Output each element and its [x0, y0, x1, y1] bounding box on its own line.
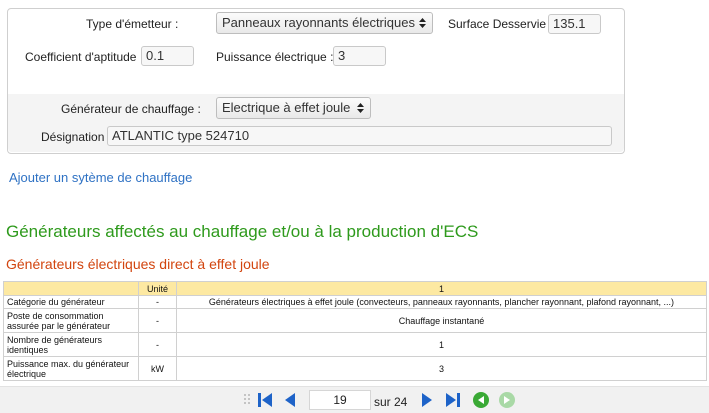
table-row: Catégorie du générateur - Générateurs él…	[3, 295, 707, 309]
generator-select-value: Electrique à effet joule	[222, 100, 351, 115]
designation-field[interactable]: ATLANTIC type 524710	[107, 126, 612, 146]
surface-label: Surface Desservie :	[448, 17, 553, 31]
row-label: Puissance max. du générateur électrique	[3, 356, 139, 381]
page-number-input[interactable]: 19	[309, 390, 371, 410]
row-value: 1	[176, 332, 707, 357]
next-page-icon[interactable]	[418, 391, 436, 409]
table-row: Nombre de générateurs identiques - 1	[3, 332, 707, 357]
table-row: Poste de consommation assurée par le gén…	[3, 308, 707, 333]
first-page-icon[interactable]	[256, 391, 274, 409]
designation-label: Désignation	[41, 130, 105, 144]
generator-label: Générateur de chauffage :	[61, 102, 201, 116]
refresh-icon[interactable]	[472, 391, 490, 409]
table-header-generator: 1	[176, 281, 707, 296]
emitter-label: Type d'émetteur :	[86, 17, 179, 31]
previous-page-icon[interactable]	[281, 391, 299, 409]
row-value: Générateurs électriques à effet joule (c…	[176, 295, 707, 309]
table-header-unit: Unité	[138, 281, 177, 296]
row-unit: -	[138, 332, 177, 357]
power-field[interactable]: 3	[333, 46, 386, 66]
section-title: Générateurs affectés au chauffage et/ou …	[6, 222, 479, 241]
table-row: Puissance max. du générateur électrique …	[3, 356, 707, 381]
updown-icon	[357, 103, 364, 113]
surface-field[interactable]: 135.1	[548, 14, 601, 34]
emitter-select-value: Panneaux rayonnants électriques	[222, 15, 415, 30]
row-unit: -	[138, 295, 177, 309]
table-header-row: Unité 1	[3, 281, 707, 296]
add-heating-system-link[interactable]: Ajouter un sytème de chauffage	[9, 170, 192, 185]
coef-field[interactable]: 0.1	[141, 46, 194, 66]
row-label: Poste de consommation assurée par le gén…	[3, 308, 139, 333]
row-unit: kW	[138, 356, 177, 381]
generators-table: Unité 1 Catégorie du générateur - Généra…	[3, 281, 707, 381]
row-value: Chauffage instantané	[176, 308, 707, 333]
page-total-label: sur 24	[374, 395, 408, 409]
power-label: Puissance électrique :	[216, 50, 334, 64]
grip-icon[interactable]	[243, 393, 251, 407]
forward-icon[interactable]	[498, 391, 516, 409]
updown-icon	[419, 18, 426, 28]
emitter-select[interactable]: Panneaux rayonnants électriques	[216, 12, 433, 34]
pager-bar: 19 sur 24	[0, 386, 709, 413]
row-unit: -	[138, 308, 177, 333]
generator-select[interactable]: Electrique à effet joule	[216, 97, 371, 119]
row-label: Catégorie du générateur	[3, 295, 139, 309]
subsection-title: Générateurs électriques direct à effet j…	[6, 256, 270, 272]
last-page-icon[interactable]	[444, 391, 462, 409]
row-label: Nombre de générateurs identiques	[3, 332, 139, 357]
row-value: 3	[176, 356, 707, 381]
coef-label: Coefficient d'aptitude	[25, 50, 137, 64]
table-header-blank	[3, 281, 139, 296]
